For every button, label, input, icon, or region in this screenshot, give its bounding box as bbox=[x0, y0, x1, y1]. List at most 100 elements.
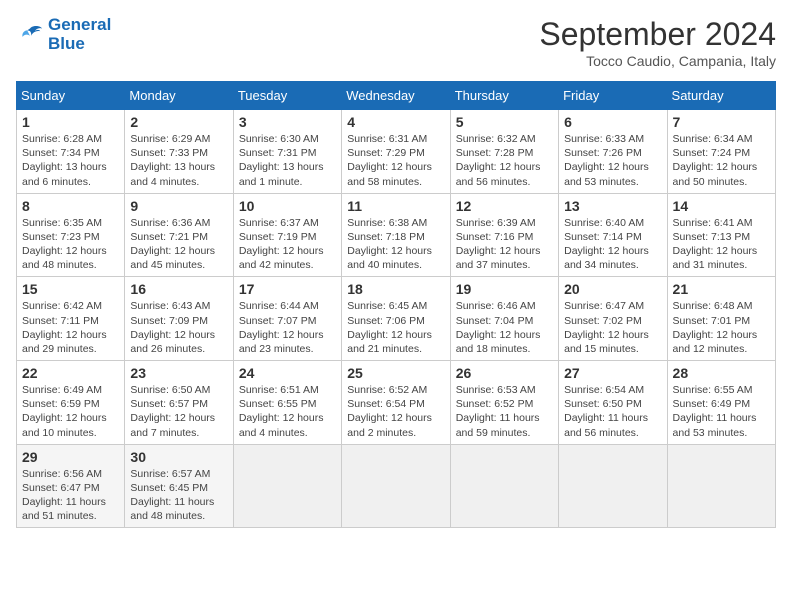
day-info: Sunrise: 6:41 AMSunset: 7:13 PMDaylight:… bbox=[673, 216, 770, 273]
day-info: Sunrise: 6:46 AMSunset: 7:04 PMDaylight:… bbox=[456, 299, 553, 356]
day-info: Sunrise: 6:53 AMSunset: 6:52 PMDaylight:… bbox=[456, 383, 553, 440]
day-number: 14 bbox=[673, 198, 770, 214]
day-number: 4 bbox=[347, 114, 444, 130]
calendar-cell: 24 Sunrise: 6:51 AMSunset: 6:55 PMDayligh… bbox=[233, 361, 341, 445]
day-info: Sunrise: 6:34 AMSunset: 7:24 PMDaylight:… bbox=[673, 132, 770, 189]
day-number: 25 bbox=[347, 365, 444, 381]
logo: General Blue bbox=[16, 16, 111, 53]
calendar-cell: 19 Sunrise: 6:46 AMSunset: 7:04 PMDayligh… bbox=[450, 277, 558, 361]
calendar-cell: 21 Sunrise: 6:48 AMSunset: 7:01 PMDayligh… bbox=[667, 277, 775, 361]
calendar-cell: 4 Sunrise: 6:31 AMSunset: 7:29 PMDaylight… bbox=[342, 110, 450, 194]
calendar-cell bbox=[342, 444, 450, 528]
calendar-cell: 27Sunrise: 6:54 AMSunset: 6:50 PMDayligh… bbox=[559, 361, 667, 445]
calendar-cell: 7 Sunrise: 6:34 AMSunset: 7:24 PMDaylight… bbox=[667, 110, 775, 194]
calendar-cell: 28 Sunrise: 6:55 AMSunset: 6:49 PMDayligh… bbox=[667, 361, 775, 445]
day-number: 30 bbox=[130, 449, 227, 465]
weekday-header-monday: Monday bbox=[125, 82, 233, 110]
day-info: Sunrise: 6:43 AMSunset: 7:09 PMDaylight:… bbox=[130, 299, 227, 356]
calendar-week-row: 29 Sunrise: 6:56 AMSunset: 6:47 PMDayligh… bbox=[17, 444, 776, 528]
calendar-cell: 1Sunrise: 6:28 AMSunset: 7:34 PMDaylight… bbox=[17, 110, 125, 194]
calendar-cell: 29 Sunrise: 6:56 AMSunset: 6:47 PMDayligh… bbox=[17, 444, 125, 528]
title-section: September 2024 Tocco Caudio, Campania, I… bbox=[539, 16, 776, 69]
day-number: 1 bbox=[22, 114, 119, 130]
calendar-cell: 14 Sunrise: 6:41 AMSunset: 7:13 PMDayligh… bbox=[667, 193, 775, 277]
calendar-cell: 5 Sunrise: 6:32 AMSunset: 7:28 PMDaylight… bbox=[450, 110, 558, 194]
calendar-cell bbox=[559, 444, 667, 528]
day-info: Sunrise: 6:38 AMSunset: 7:18 PMDaylight:… bbox=[347, 216, 444, 273]
day-info: Sunrise: 6:40 AMSunset: 7:14 PMDaylight:… bbox=[564, 216, 661, 273]
day-number: 7 bbox=[673, 114, 770, 130]
calendar-cell: 25 Sunrise: 6:52 AMSunset: 6:54 PMDayligh… bbox=[342, 361, 450, 445]
day-info: Sunrise: 6:52 AMSunset: 6:54 PMDaylight:… bbox=[347, 383, 444, 440]
day-number: 21 bbox=[673, 281, 770, 297]
calendar-cell: 30 Sunrise: 6:57 AMSunset: 6:45 PMDayligh… bbox=[125, 444, 233, 528]
calendar-week-row: 22 Sunrise: 6:49 AMSunset: 6:59 PMDayligh… bbox=[17, 361, 776, 445]
weekday-header-thursday: Thursday bbox=[450, 82, 558, 110]
day-number: 24 bbox=[239, 365, 336, 381]
day-info: Sunrise: 6:50 AMSunset: 6:57 PMDaylight:… bbox=[130, 383, 227, 440]
day-number: 26 bbox=[456, 365, 553, 381]
weekday-header-saturday: Saturday bbox=[667, 82, 775, 110]
calendar-table: SundayMondayTuesdayWednesdayThursdayFrid… bbox=[16, 81, 776, 528]
day-info: Sunrise: 6:36 AMSunset: 7:21 PMDaylight:… bbox=[130, 216, 227, 273]
logo-text: General Blue bbox=[48, 16, 111, 53]
day-number: 10 bbox=[239, 198, 336, 214]
location: Tocco Caudio, Campania, Italy bbox=[539, 53, 776, 69]
day-info: Sunrise: 6:30 AMSunset: 7:31 PMDaylight:… bbox=[239, 132, 336, 189]
day-number: 5 bbox=[456, 114, 553, 130]
calendar-cell: 11Sunrise: 6:38 AMSunset: 7:18 PMDayligh… bbox=[342, 193, 450, 277]
calendar-week-row: 8 Sunrise: 6:35 AMSunset: 7:23 PMDaylight… bbox=[17, 193, 776, 277]
day-info: Sunrise: 6:56 AMSunset: 6:47 PMDaylight:… bbox=[22, 467, 119, 524]
day-number: 3 bbox=[239, 114, 336, 130]
calendar-cell bbox=[450, 444, 558, 528]
day-number: 9 bbox=[130, 198, 227, 214]
weekday-header-friday: Friday bbox=[559, 82, 667, 110]
calendar-week-row: 15 Sunrise: 6:42 AMSunset: 7:11 PMDayligh… bbox=[17, 277, 776, 361]
day-info: Sunrise: 6:49 AMSunset: 6:59 PMDaylight:… bbox=[22, 383, 119, 440]
day-info: Sunrise: 6:37 AMSunset: 7:19 PMDaylight:… bbox=[239, 216, 336, 273]
calendar-cell: 16 Sunrise: 6:43 AMSunset: 7:09 PMDayligh… bbox=[125, 277, 233, 361]
calendar-cell bbox=[233, 444, 341, 528]
day-info: Sunrise: 6:57 AMSunset: 6:45 PMDaylight:… bbox=[130, 467, 227, 524]
day-info: Sunrise: 6:32 AMSunset: 7:28 PMDaylight:… bbox=[456, 132, 553, 189]
day-info: Sunrise: 6:44 AMSunset: 7:07 PMDaylight:… bbox=[239, 299, 336, 356]
calendar-cell: 20Sunrise: 6:47 AMSunset: 7:02 PMDayligh… bbox=[559, 277, 667, 361]
day-info: Sunrise: 6:35 AMSunset: 7:23 PMDaylight:… bbox=[22, 216, 119, 273]
calendar-cell: 12 Sunrise: 6:39 AMSunset: 7:16 PMDayligh… bbox=[450, 193, 558, 277]
day-number: 16 bbox=[130, 281, 227, 297]
day-number: 22 bbox=[22, 365, 119, 381]
logo-bird-icon bbox=[16, 21, 44, 49]
day-info: Sunrise: 6:48 AMSunset: 7:01 PMDaylight:… bbox=[673, 299, 770, 356]
calendar-week-row: 1Sunrise: 6:28 AMSunset: 7:34 PMDaylight… bbox=[17, 110, 776, 194]
calendar-cell: 10 Sunrise: 6:37 AMSunset: 7:19 PMDayligh… bbox=[233, 193, 341, 277]
day-number: 29 bbox=[22, 449, 119, 465]
day-number: 19 bbox=[456, 281, 553, 297]
day-number: 6 bbox=[564, 114, 661, 130]
day-number: 20 bbox=[564, 281, 661, 297]
month-title: September 2024 bbox=[539, 16, 776, 53]
day-number: 27 bbox=[564, 365, 661, 381]
weekday-header-tuesday: Tuesday bbox=[233, 82, 341, 110]
calendar-cell: 6 Sunrise: 6:33 AMSunset: 7:26 PMDaylight… bbox=[559, 110, 667, 194]
calendar-cell: 23Sunrise: 6:50 AMSunset: 6:57 PMDayligh… bbox=[125, 361, 233, 445]
calendar-cell: 13 Sunrise: 6:40 AMSunset: 7:14 PMDayligh… bbox=[559, 193, 667, 277]
page-header: General Blue September 2024 Tocco Caudio… bbox=[16, 16, 776, 69]
day-info: Sunrise: 6:55 AMSunset: 6:49 PMDaylight:… bbox=[673, 383, 770, 440]
calendar-cell: 3 Sunrise: 6:30 AMSunset: 7:31 PMDaylight… bbox=[233, 110, 341, 194]
calendar-cell: 26 Sunrise: 6:53 AMSunset: 6:52 PMDayligh… bbox=[450, 361, 558, 445]
day-info: Sunrise: 6:51 AMSunset: 6:55 PMDaylight:… bbox=[239, 383, 336, 440]
day-number: 28 bbox=[673, 365, 770, 381]
day-number: 2 bbox=[130, 114, 227, 130]
day-number: 8 bbox=[22, 198, 119, 214]
day-number: 13 bbox=[564, 198, 661, 214]
calendar-cell: 2Sunrise: 6:29 AMSunset: 7:33 PMDaylight… bbox=[125, 110, 233, 194]
day-info: Sunrise: 6:39 AMSunset: 7:16 PMDaylight:… bbox=[456, 216, 553, 273]
day-number: 12 bbox=[456, 198, 553, 214]
day-info: Sunrise: 6:42 AMSunset: 7:11 PMDaylight:… bbox=[22, 299, 119, 356]
calendar-cell: 22 Sunrise: 6:49 AMSunset: 6:59 PMDayligh… bbox=[17, 361, 125, 445]
calendar-cell: 9 Sunrise: 6:36 AMSunset: 7:21 PMDaylight… bbox=[125, 193, 233, 277]
day-info: Sunrise: 6:33 AMSunset: 7:26 PMDaylight:… bbox=[564, 132, 661, 189]
calendar-cell: 15 Sunrise: 6:42 AMSunset: 7:11 PMDayligh… bbox=[17, 277, 125, 361]
day-number: 15 bbox=[22, 281, 119, 297]
day-info: Sunrise: 6:31 AMSunset: 7:29 PMDaylight:… bbox=[347, 132, 444, 189]
